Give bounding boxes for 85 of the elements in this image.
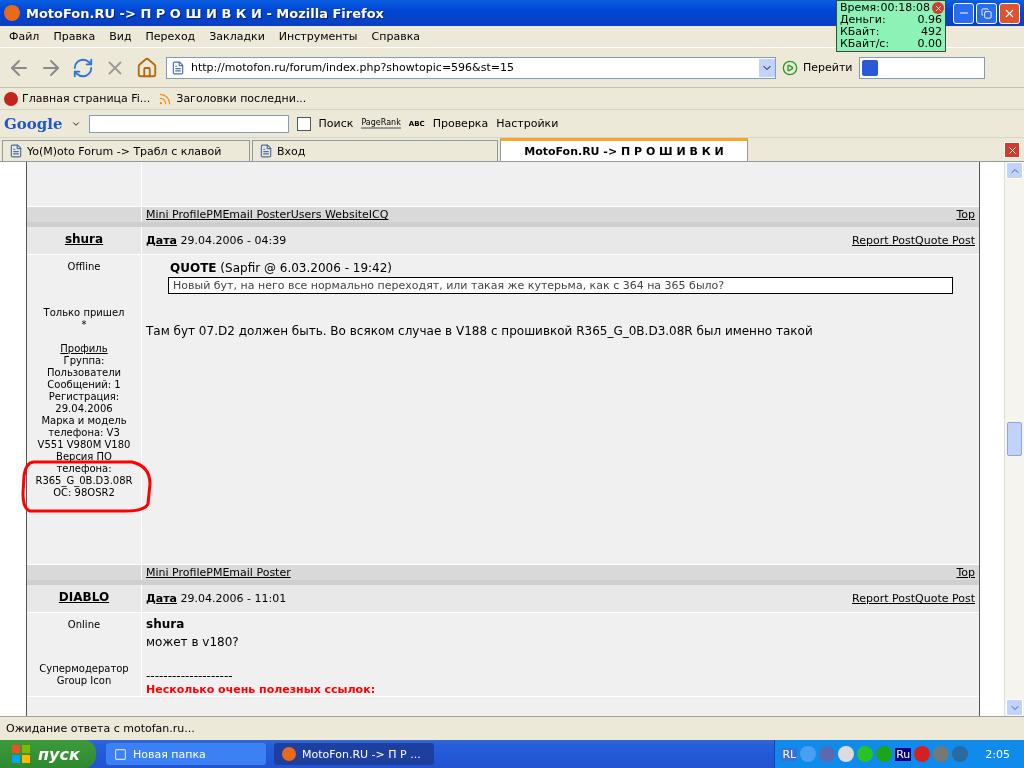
search-field[interactable] — [858, 56, 985, 79]
page-icon — [9, 144, 23, 158]
profile-link[interactable]: Профиль — [60, 343, 108, 355]
window-title: MotoFon.RU -> П Р О Ш И В К И - Mozilla Firefox — [26, 5, 384, 21]
user-detail: Версия ПО — [56, 451, 112, 463]
author-name[interactable]: DIABLO — [50, 590, 118, 604]
scroll-thumb[interactable] — [1007, 422, 1022, 456]
user-detail: телефона: V3 — [48, 427, 120, 439]
pagerank-label: PageRank — [361, 118, 401, 129]
dropdown-button[interactable] — [759, 58, 775, 77]
windows-logo-icon — [10, 743, 32, 765]
bookmark-item[interactable]: Заголовки последни... — [158, 91, 307, 106]
settings-button[interactable]: Настройки — [496, 117, 559, 130]
user-stars: Group Icon — [56, 675, 112, 687]
user-rank: Только пришел — [43, 307, 125, 319]
browser-tab[interactable]: MotoFon.RU -> П Р О Ш И В К И — [500, 138, 748, 161]
profile-links[interactable]: Mini ProfilePMEmail PosterUsers WebsiteICQ — [146, 208, 389, 221]
counter-row: КБайт: 492 — [840, 26, 942, 38]
user-detail: Группа: — [63, 355, 105, 367]
rss-icon — [158, 91, 173, 106]
menu-item[interactable]: Вид — [102, 30, 139, 43]
user-detail: Пользователи — [46, 367, 122, 379]
user-detail: 29.04.2006 — [55, 403, 113, 415]
menu-item[interactable]: Закладки — [202, 30, 272, 43]
signature-heading: Несколько очень полезных ссылок: — [146, 683, 376, 696]
scroll-up-button[interactable] — [1006, 162, 1023, 179]
profile-links[interactable]: Mini ProfilePMEmail Poster — [146, 566, 291, 579]
author-name[interactable]: shura — [64, 232, 104, 246]
menu-item[interactable]: Переход — [138, 30, 203, 43]
user-detail: V551 V980M V180 — [37, 439, 131, 451]
play-icon — [782, 59, 798, 76]
user-status: Offline — [67, 261, 101, 273]
page-icon — [171, 60, 185, 75]
spellcheck-button[interactable]: Проверка — [432, 117, 489, 130]
user-detail: ОС: 98OSR2 — [53, 487, 115, 499]
user-status: Online — [67, 619, 101, 631]
search-button[interactable]: Поиск — [318, 117, 354, 130]
user-detail: Марка и модель — [41, 415, 127, 427]
counter-row: Деньги: 0.96 — [840, 14, 942, 26]
post-actions-link[interactable]: Report PostQuote Post — [852, 592, 975, 605]
go-button[interactable]: Перейти — [782, 59, 853, 76]
post-date: Дата 29.04.2006 - 11:01 — [146, 592, 287, 605]
browser-tab[interactable]: Вход — [252, 140, 498, 161]
close-icon — [1006, 144, 1018, 156]
restore-button[interactable] — [976, 2, 997, 24]
top-link[interactable]: Top — [956, 208, 975, 221]
user-detail: телефона: — [56, 463, 112, 475]
menu-item[interactable]: Инструменты — [271, 30, 365, 43]
close-button[interactable] — [999, 2, 1020, 24]
language-indicator[interactable]: RL — [781, 747, 798, 761]
post-date: Дата 29.04.2006 - 04:39 — [146, 234, 287, 247]
menu-item[interactable]: Правка — [46, 30, 103, 43]
post-text: может в v180? — [146, 635, 239, 649]
close-tab-button[interactable] — [1004, 142, 1020, 158]
quote-text: Новый бут, на него все нормально переходят, или такая же кутерьма, как с 364 на 365 было? — [168, 277, 953, 294]
bookmark-item[interactable]: Главная страница Fi... — [4, 91, 151, 106]
user-detail: Сообщений: 1 — [47, 379, 121, 391]
post-text: Там бут 07.D2 должен быть. Во всяком случае в V188 с прошивкой R365_G_0B.D3.08R был именно такой — [146, 324, 813, 338]
keyboard-layout-indicator[interactable]: Ru — [895, 747, 912, 761]
quote-header: QUOTE (Sapfir @ 6.03.2006 - 19:42) — [170, 261, 393, 275]
menu-item[interactable]: Файл — [2, 30, 47, 43]
user-stars: * — [81, 319, 87, 331]
clock: 2:05 — [985, 747, 1010, 761]
user-detail: R365_G_0B.D3.08R — [35, 475, 133, 487]
post-actions-link[interactable]: Report PostQuote Post — [852, 234, 975, 247]
menu-item[interactable]: Справка — [364, 30, 427, 43]
address-field[interactable]: http://motofon.ru/forum/index.php?showtopic=596&st=15 — [166, 56, 776, 79]
browser-tab[interactable]: Yo(M)oto Forum -> Трабл с клавой — [2, 140, 250, 161]
separator-text: -------------------- — [146, 669, 233, 683]
addressee-name: shura — [146, 617, 185, 631]
start-button[interactable]: пуск — [0, 740, 96, 768]
top-link[interactable]: Top — [956, 566, 975, 579]
user-rank: Супермодератор — [39, 663, 129, 675]
google-logo: Google — [4, 114, 63, 133]
counter-row: Время:00:18:08 — [840, 2, 930, 14]
restore-icon — [981, 7, 992, 19]
minimize-button[interactable] — [953, 2, 974, 24]
page-icon — [259, 144, 273, 158]
counter-row: КБайт/с: 0.00 — [840, 38, 942, 50]
scroll-down-button[interactable] — [1006, 699, 1023, 716]
user-detail: Регистрация: — [48, 391, 120, 403]
close-icon[interactable] — [932, 2, 944, 14]
taskbar-button[interactable]: MotoFon.RU -> П Р ... — [274, 743, 434, 765]
taskbar-button[interactable]: Новая папка — [106, 743, 266, 765]
google-search-field[interactable] — [88, 114, 289, 133]
